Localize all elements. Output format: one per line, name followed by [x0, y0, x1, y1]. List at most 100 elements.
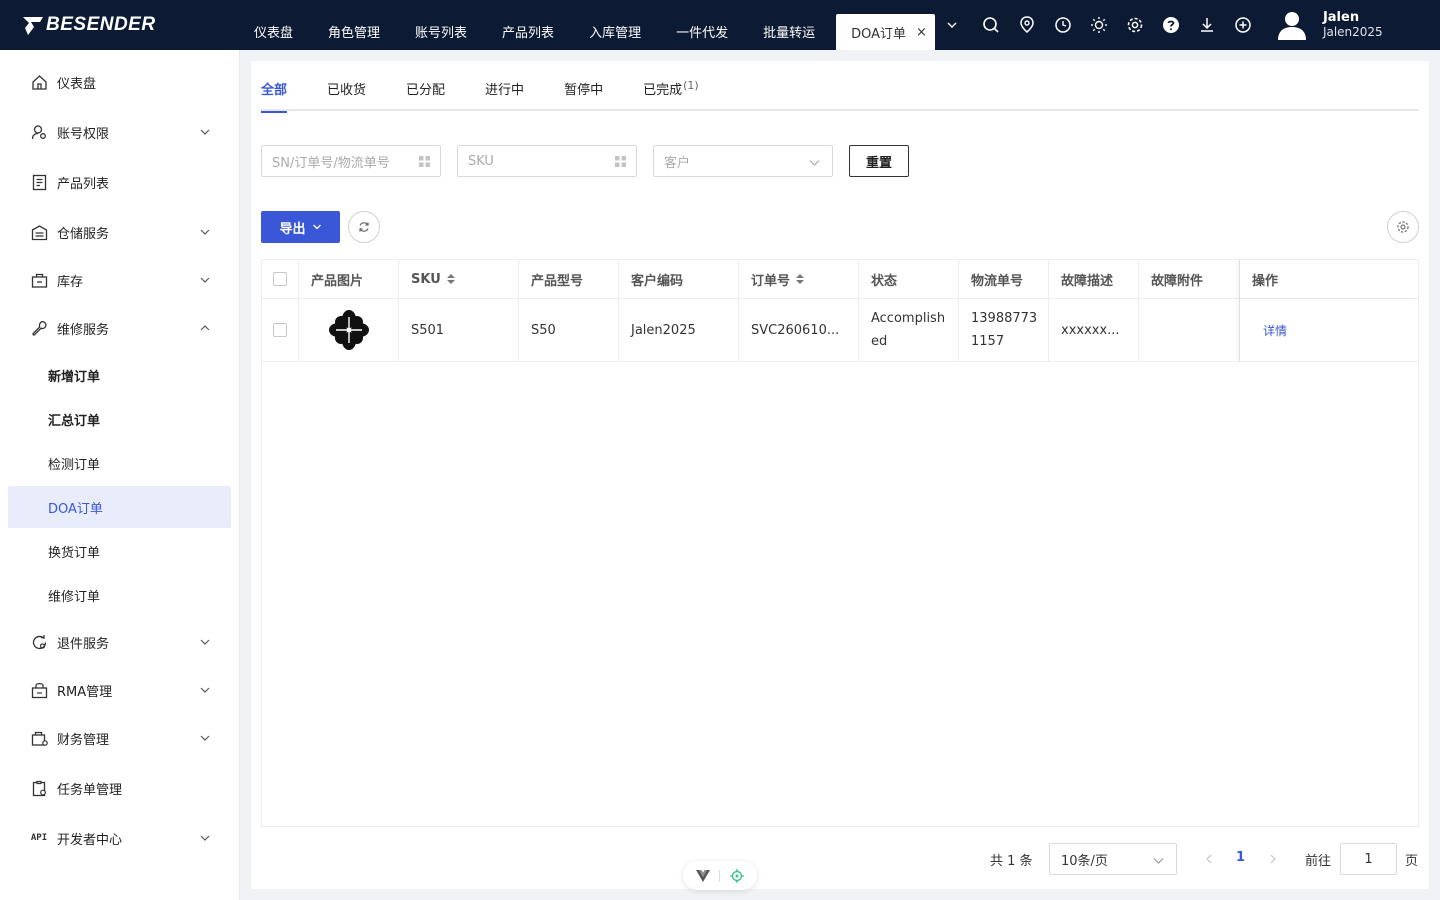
header-fault-attach: 故障附件 — [1151, 273, 1204, 289]
refresh-button[interactable] — [348, 211, 380, 243]
sidebar-item-label: 开发者中心 — [57, 832, 123, 848]
sidebar-sub-new-order[interactable]: 新增订单 — [8, 354, 231, 396]
sidebar-sub-doa-order[interactable]: DOA订单 — [8, 486, 231, 528]
tab-assigned[interactable]: 已分配 — [406, 79, 445, 111]
brand-logo[interactable]: BESENDER — [0, 0, 240, 50]
cell-sku: S501 — [399, 299, 519, 361]
search-button[interactable] — [973, 0, 1009, 50]
nav-batch-transfer[interactable]: 批量转运 — [749, 6, 836, 56]
tab-paused[interactable]: 暂停中 — [564, 79, 603, 111]
sidebar-sub-inspection-order[interactable]: 检测订单 — [8, 442, 231, 484]
location-button[interactable] — [1009, 0, 1045, 50]
user-menu[interactable]: Jalen Jalen2025 — [1277, 10, 1383, 40]
theme-button[interactable] — [1081, 0, 1117, 50]
nav-account-list[interactable]: 账号列表 — [401, 6, 488, 56]
sidebar-item-finance[interactable]: 财务管理 — [8, 717, 231, 759]
task-icon — [30, 779, 48, 797]
row-checkbox[interactable] — [273, 323, 287, 337]
finance-icon — [30, 729, 48, 747]
status-tabs: 全部 已收货 已分配 进行中 暂停中 已完成 (1) — [261, 79, 1419, 113]
tab-label: 已收货 — [327, 83, 367, 98]
nav-dropship[interactable]: 一件代发 — [662, 6, 749, 56]
download-button[interactable] — [1189, 0, 1225, 50]
user-id: Jalen2025 — [1322, 25, 1383, 39]
history-button[interactable] — [1045, 0, 1081, 50]
top-icon-group — [973, 0, 1261, 50]
tab-count: (1) — [683, 79, 699, 92]
tab-received[interactable]: 已收货 — [327, 79, 366, 111]
chevron-down-icon — [1153, 858, 1164, 864]
doa-order-table: 产品图片 SKU 产品型号 客户编码 订单号 状态 物流单号 故障描述 故障附件… — [261, 259, 1419, 827]
batch-grid-icon[interactable] — [615, 156, 626, 167]
customer-select[interactable]: 客户 — [653, 145, 833, 177]
tab-in-progress[interactable]: 进行中 — [485, 79, 524, 111]
floating-devtools — [683, 861, 757, 890]
sidebar-item-rma[interactable]: RMA管理 — [8, 669, 231, 711]
sidebar-item-task-orders[interactable]: 任务单管理 — [8, 767, 231, 809]
help-button[interactable] — [1153, 0, 1189, 50]
table-toolbar: 导出 — [261, 211, 1419, 243]
avatar-icon — [1277, 12, 1306, 40]
chevron-right-icon[interactable] — [1267, 853, 1279, 865]
settings-button[interactable] — [1117, 0, 1153, 50]
header-select-all — [262, 260, 299, 298]
tab-all[interactable]: 全部 — [261, 79, 288, 113]
goto-page-input[interactable]: 1 — [1340, 843, 1397, 875]
cell-product-image[interactable] — [299, 299, 399, 361]
cell-status: Accomplished — [859, 299, 959, 361]
nav-product-list[interactable]: 产品列表 — [488, 6, 575, 56]
sidebar-item-warehouse[interactable]: 仓储服务 — [8, 211, 231, 253]
sidebar-item-inventory[interactable]: 库存 — [8, 259, 231, 301]
list-icon — [30, 173, 48, 191]
header-sku[interactable]: SKU — [399, 260, 519, 298]
add-button[interactable] — [1225, 0, 1261, 50]
tab-label: 全部 — [261, 83, 288, 98]
nav-inbound[interactable]: 入库管理 — [575, 6, 662, 56]
sidebar-item-label: RMA管理 — [57, 684, 113, 700]
sidebar-item-label: 任务单管理 — [57, 782, 123, 798]
divider — [719, 869, 721, 882]
nav-role-management[interactable]: 角色管理 — [314, 6, 401, 56]
sidebar-item-return-service[interactable]: 退件服务 — [8, 621, 231, 663]
cell-model: S50 — [519, 299, 619, 361]
batch-grid-icon[interactable] — [419, 156, 430, 167]
nav-tab-doa-order[interactable]: DOA订单 × — [836, 14, 935, 50]
product-image — [329, 310, 369, 350]
nav-dashboard[interactable]: 仪表盘 — [240, 6, 314, 56]
chevron-left-icon[interactable] — [1203, 853, 1215, 865]
page-size-select[interactable]: 10条/页 — [1049, 843, 1177, 875]
sidebar-item-dashboard[interactable]: 仪表盘 — [8, 61, 231, 103]
pagination: 共 1 条 10条/页 1 前往 1 页 — [251, 843, 1429, 875]
reset-button[interactable]: 重置 — [849, 145, 909, 177]
vue-logo-icon[interactable] — [695, 869, 710, 882]
sidebar-sub-repair-order[interactable]: 维修订单 — [8, 574, 231, 616]
header-order-no-label: 订单号 — [751, 273, 791, 289]
export-button[interactable]: 导出 — [261, 211, 340, 243]
sidebar-item-account-permissions[interactable]: 账号权限 — [8, 111, 231, 153]
page-number-current[interactable]: 1 — [1236, 850, 1245, 865]
sidebar-item-developer-center[interactable]: API 开发者中心 — [8, 817, 231, 859]
tab-completed[interactable]: 已完成 (1) — [643, 79, 699, 111]
target-icon[interactable] — [730, 868, 745, 883]
detail-link[interactable]: 详情 — [1263, 322, 1287, 339]
nav-more-button[interactable] — [935, 0, 969, 50]
sort-icon[interactable] — [796, 274, 805, 284]
close-tab-icon[interactable]: × — [916, 25, 927, 40]
sn-order-search-input[interactable]: SN/订单号/物流单号 — [261, 145, 441, 177]
sort-icon[interactable] — [446, 274, 455, 284]
sidebar-item-label: 退件服务 — [57, 636, 110, 652]
sidebar-sub-summary-order[interactable]: 汇总订单 — [8, 398, 231, 440]
select-all-checkbox[interactable] — [273, 272, 287, 286]
chevron-down-icon — [200, 277, 210, 283]
cell-customer-code: Jalen2025 — [619, 299, 739, 361]
column-settings-button[interactable] — [1387, 211, 1419, 243]
chevron-down-icon — [809, 160, 820, 166]
header-customer-code: 客户编码 — [619, 260, 739, 298]
sidebar-item-repair-service[interactable]: 维修服务 — [8, 307, 231, 349]
export-label: 导出 — [279, 221, 306, 237]
sku-search-input[interactable]: SKU — [457, 145, 637, 177]
sidebar-sub-exchange-order[interactable]: 换货订单 — [8, 530, 231, 572]
chevron-down-icon — [200, 229, 210, 235]
header-order-no[interactable]: 订单号 — [739, 260, 859, 298]
sidebar-item-product-list[interactable]: 产品列表 — [8, 161, 231, 203]
